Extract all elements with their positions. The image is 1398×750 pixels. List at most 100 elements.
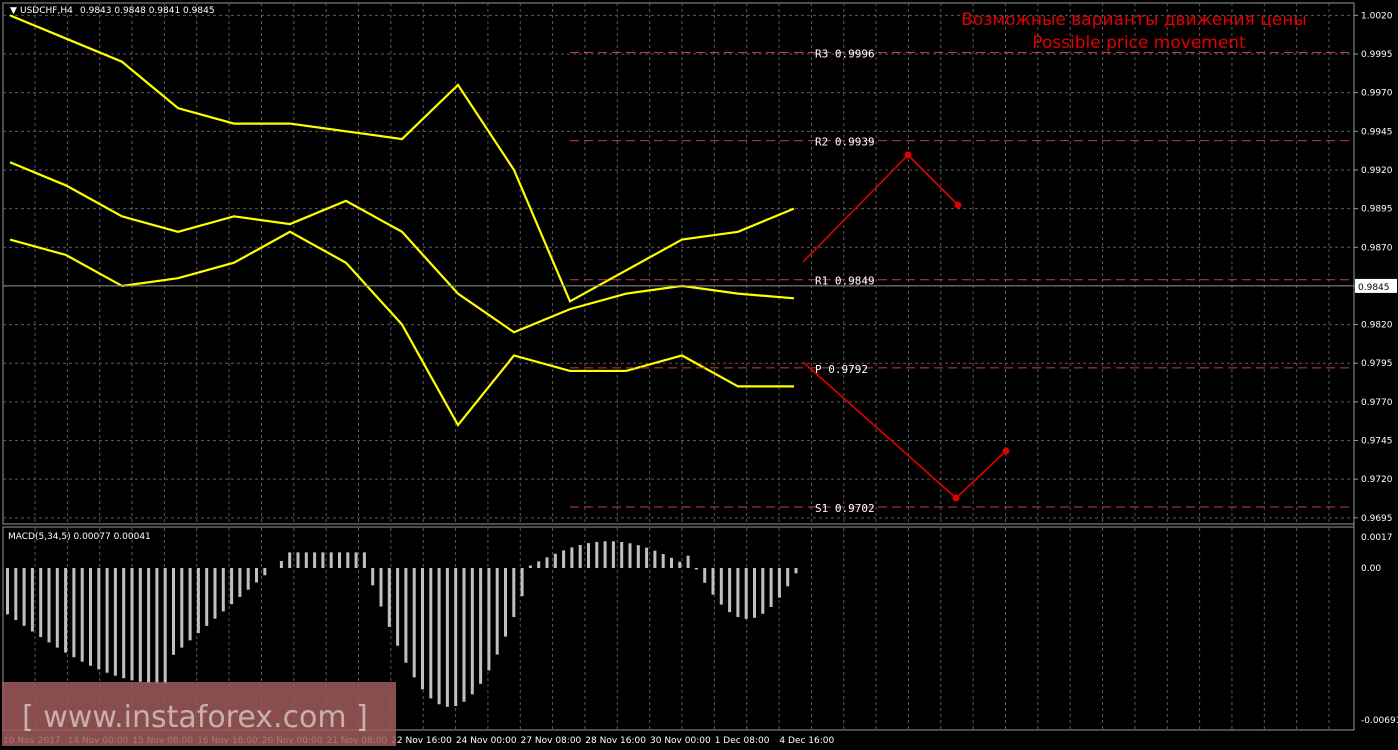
macd-bar — [728, 568, 732, 613]
y-tick-label: 0.9795 — [1361, 359, 1393, 369]
macd-bar — [412, 568, 416, 678]
macd-bar — [105, 568, 109, 673]
macd-bar — [462, 568, 466, 702]
macd-axis: 0.0017 0.00 -0.00691 — [1361, 533, 1398, 726]
macd-bar — [338, 552, 341, 568]
y-tick-label: 0.9770 — [1361, 398, 1393, 408]
macd-bar — [6, 568, 9, 615]
macd-tick-label: 0.00 — [1361, 564, 1381, 574]
macd-bar — [686, 555, 690, 568]
macd-bar — [445, 568, 449, 707]
macd-bar — [786, 568, 790, 587]
macd-bar — [329, 552, 333, 568]
macd-bar — [396, 568, 400, 646]
macd-bar — [255, 568, 258, 583]
arrow-head — [954, 201, 962, 209]
macd-bar — [470, 568, 474, 695]
y-tick-label: 0.9995 — [1361, 50, 1393, 60]
macd-bar — [47, 568, 51, 643]
x-tick-label: 4 Dec 16:00 — [779, 736, 834, 746]
y-tick-label: 0.9820 — [1361, 321, 1393, 331]
macd-bar — [487, 568, 491, 671]
macd-bar — [678, 561, 682, 568]
y-tick-label: 0.9945 — [1361, 127, 1393, 137]
y-tick-label: 1.0020 — [1361, 11, 1393, 21]
arrow-head — [1002, 447, 1010, 455]
chart-symbol: USDCHF,H4 — [20, 6, 73, 16]
watermark: [ www.instaforex.com ] — [22, 700, 368, 735]
y-tick-label: 0.9720 — [1361, 475, 1393, 485]
macd-bar — [628, 543, 632, 568]
macd-bar — [636, 545, 640, 568]
macd-bar — [147, 568, 151, 683]
macd-bar — [221, 568, 225, 612]
macd-bar — [313, 552, 317, 568]
macd-bar — [578, 544, 582, 568]
macd-bar — [454, 568, 458, 706]
macd-bar — [711, 568, 715, 595]
macd-bar — [504, 568, 507, 637]
x-tick-label: 22 Nov 16:00 — [391, 736, 452, 746]
macd-bar — [180, 568, 184, 648]
macd-bar — [670, 557, 673, 568]
x-tick-label: 30 Nov 00:00 — [650, 736, 711, 746]
macd-bar — [545, 557, 549, 568]
macd-bar — [64, 568, 68, 653]
macd-bar — [587, 543, 590, 568]
y-tick-label: 0.9745 — [1361, 437, 1393, 447]
macd-bar — [761, 568, 765, 614]
x-tick-label: 28 Nov 16:00 — [585, 736, 646, 746]
x-tick-label: 1 Dec 08:00 — [715, 736, 770, 746]
macd-bar — [113, 568, 117, 676]
macd-bar — [97, 568, 101, 670]
macd-bar — [230, 568, 234, 605]
macd-bar — [346, 552, 350, 568]
y-tick-label: 0.9970 — [1361, 89, 1393, 99]
macd-bar — [246, 568, 250, 590]
arrow-head — [904, 151, 912, 159]
macd-histogram — [6, 541, 798, 707]
macd-bar — [130, 568, 134, 681]
macd-bar — [14, 568, 18, 621]
macd-bar — [238, 568, 242, 597]
macd-bar — [362, 552, 366, 568]
macd-bar — [279, 561, 283, 568]
macd-bar — [172, 568, 175, 655]
macd-bar — [611, 541, 615, 568]
y-tick-label: 0.9870 — [1361, 243, 1393, 253]
chart-symbol-arrow[interactable]: ▼ — [10, 6, 17, 16]
macd-bar — [354, 552, 358, 568]
macd-bar — [744, 568, 748, 619]
macd-bar — [645, 547, 649, 568]
macd-bar — [205, 568, 209, 626]
macd-bar — [620, 541, 624, 568]
macd-bar — [512, 568, 516, 617]
level-label: S1 0.9702 — [815, 502, 875, 515]
macd-bar — [661, 554, 665, 568]
y-axis: 1.0020 0.9995 0.9970 0.9945 0.9920 0.9895 0.98… — [3, 11, 1397, 524]
y-tick-label: 0.9695 — [1361, 514, 1393, 524]
bollinger-lower — [9, 230, 794, 428]
macd-label: MACD(5,34,5) 0.00077 0.00041 — [8, 532, 151, 542]
macd-bar — [736, 568, 740, 617]
macd-bar — [553, 553, 557, 568]
macd-bar — [163, 568, 167, 684]
x-tick-label: 27 Nov 08:00 — [521, 736, 582, 746]
macd-tick-label: 0.0017 — [1361, 533, 1393, 543]
price-chart: R3 0.9996R2 0.9939R1 0.9849P 0.9792S1 0.… — [2, 2, 1398, 746]
macd-bar — [138, 568, 142, 682]
macd-bar — [321, 552, 325, 568]
arrow-segment — [802, 361, 957, 499]
bollinger-upper — [9, 14, 795, 303]
macd-bar — [196, 568, 200, 634]
pivot-levels: R3 0.9996R2 0.9939R1 0.9849P 0.9792S1 0.… — [570, 47, 1354, 515]
arrow-segment — [907, 154, 959, 206]
macd-bar — [719, 568, 723, 605]
level-label: R3 0.9996 — [815, 47, 875, 60]
macd-bar — [421, 568, 424, 690]
macd-bar — [537, 561, 541, 568]
x-tick-label: 24 Nov 00:00 — [456, 736, 517, 746]
macd-bar — [188, 568, 192, 641]
macd-bar — [30, 568, 34, 632]
chart-ohlc: 0.9843 0.9848 0.9841 0.9845 — [80, 6, 215, 16]
